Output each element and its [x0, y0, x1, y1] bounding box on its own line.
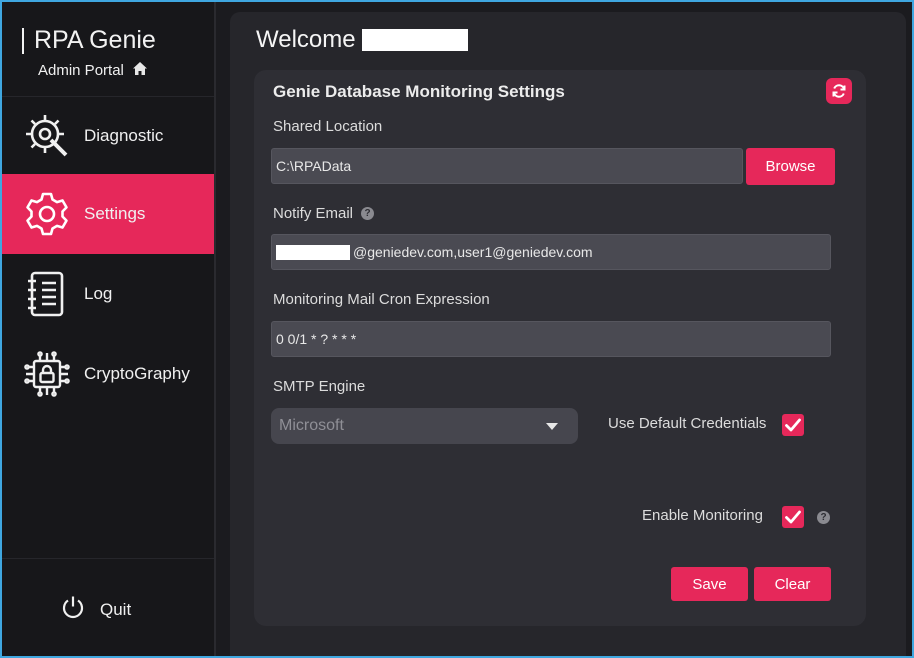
cron-label-text: Monitoring Mail Cron Expression	[273, 291, 490, 308]
sidebar-item-label: Settings	[84, 204, 146, 223]
use-default-credentials-checkbox[interactable]	[782, 414, 804, 436]
gear-wrench-icon	[22, 111, 72, 161]
check-icon	[785, 418, 801, 432]
notebook-icon	[22, 269, 72, 319]
brand-bar	[22, 27, 24, 54]
enable-monitoring-label: Enable Monitoring	[642, 507, 763, 524]
sidebar: RPA Genie Admin Portal Diagnostic Settin…	[2, 2, 216, 656]
home-icon[interactable]	[132, 61, 148, 80]
sidebar-item-diagnostic[interactable]: Diagnostic	[2, 96, 214, 176]
main-panel: Welcome Genie Database Monitoring Settin…	[230, 12, 906, 656]
help-icon[interactable]: ?	[361, 207, 375, 220]
sidebar-divider	[2, 558, 214, 559]
cron-expression-value: 0 0/1 * ? * * *	[276, 331, 357, 347]
cron-expression-input[interactable]: 0 0/1 * ? * * *	[271, 321, 831, 357]
save-button[interactable]: Save	[671, 567, 748, 601]
shared-location-value: C:\RPAData	[276, 158, 352, 174]
sidebar-item-label: Log	[84, 284, 113, 303]
browse-button[interactable]: Browse	[746, 148, 835, 185]
brand-title-text: RPA Genie	[34, 26, 156, 54]
notify-email-label-text: Notify Email	[273, 205, 354, 222]
settings-card: Genie Database Monitoring Settings Share…	[254, 70, 866, 626]
notify-email-input[interactable]: @geniedev.com,user1@geniedev.com	[271, 234, 831, 270]
clear-label: Clear	[774, 575, 811, 593]
help-icon[interactable]: ?	[817, 511, 830, 524]
sidebar-item-label: CryptoGraphy	[84, 364, 190, 383]
sidebar-item-settings[interactable]: Settings	[2, 174, 214, 254]
shared-location-input[interactable]: C:\RPAData	[271, 148, 743, 184]
refresh-button[interactable]	[826, 78, 852, 104]
use-default-credentials-text: Use Default Credentials	[608, 415, 767, 432]
save-label: Save	[692, 575, 727, 593]
quit-label: Quit	[100, 599, 132, 619]
cron-label: Monitoring Mail Cron Expression	[273, 291, 490, 308]
notify-email-value: @geniedev.com,user1@geniedev.com	[353, 244, 593, 260]
check-icon	[785, 510, 801, 524]
caret-down-icon	[546, 417, 558, 435]
refresh-icon	[832, 84, 846, 98]
app-window: RPA Genie Admin Portal Diagnostic Settin…	[0, 0, 914, 658]
brand-subtitle-text: Admin Portal	[38, 62, 124, 79]
smtp-engine-label-text: SMTP Engine	[273, 378, 366, 395]
sidebar-item-log[interactable]: Log	[2, 254, 214, 334]
smtp-engine-select[interactable]: Microsoft	[271, 408, 578, 444]
redacted-email-user	[276, 244, 350, 260]
enable-monitoring-text: Enable Monitoring	[642, 507, 763, 524]
gear-icon	[22, 189, 72, 239]
enable-monitoring-checkbox[interactable]	[782, 506, 804, 528]
notify-email-label: Notify Email ?	[273, 205, 375, 222]
card-title: Genie Database Monitoring Settings	[273, 82, 565, 101]
shared-location-label-text: Shared Location	[273, 118, 383, 135]
smtp-engine-label: SMTP Engine	[273, 378, 365, 395]
brand-subtitle: Admin Portal	[38, 61, 202, 80]
sidebar-item-cryptography[interactable]: CryptoGraphy	[2, 334, 214, 414]
welcome-heading: Welcome	[256, 26, 468, 54]
clear-button[interactable]: Clear	[754, 567, 831, 601]
browse-label: Browse	[765, 158, 816, 175]
quit-button[interactable]: Quit	[60, 594, 131, 625]
use-default-credentials-label: Use Default Credentials	[608, 415, 766, 432]
circuit-lock-icon	[22, 349, 72, 399]
redacted-username	[361, 29, 468, 51]
smtp-engine-selected: Microsoft	[279, 417, 344, 434]
brand: RPA Genie Admin Portal	[22, 26, 202, 80]
sidebar-item-label: Diagnostic	[84, 126, 164, 145]
brand-title: RPA Genie	[22, 26, 202, 55]
welcome-text: Welcome	[256, 26, 356, 53]
power-icon	[60, 594, 86, 625]
shared-location-label: Shared Location	[273, 118, 382, 135]
